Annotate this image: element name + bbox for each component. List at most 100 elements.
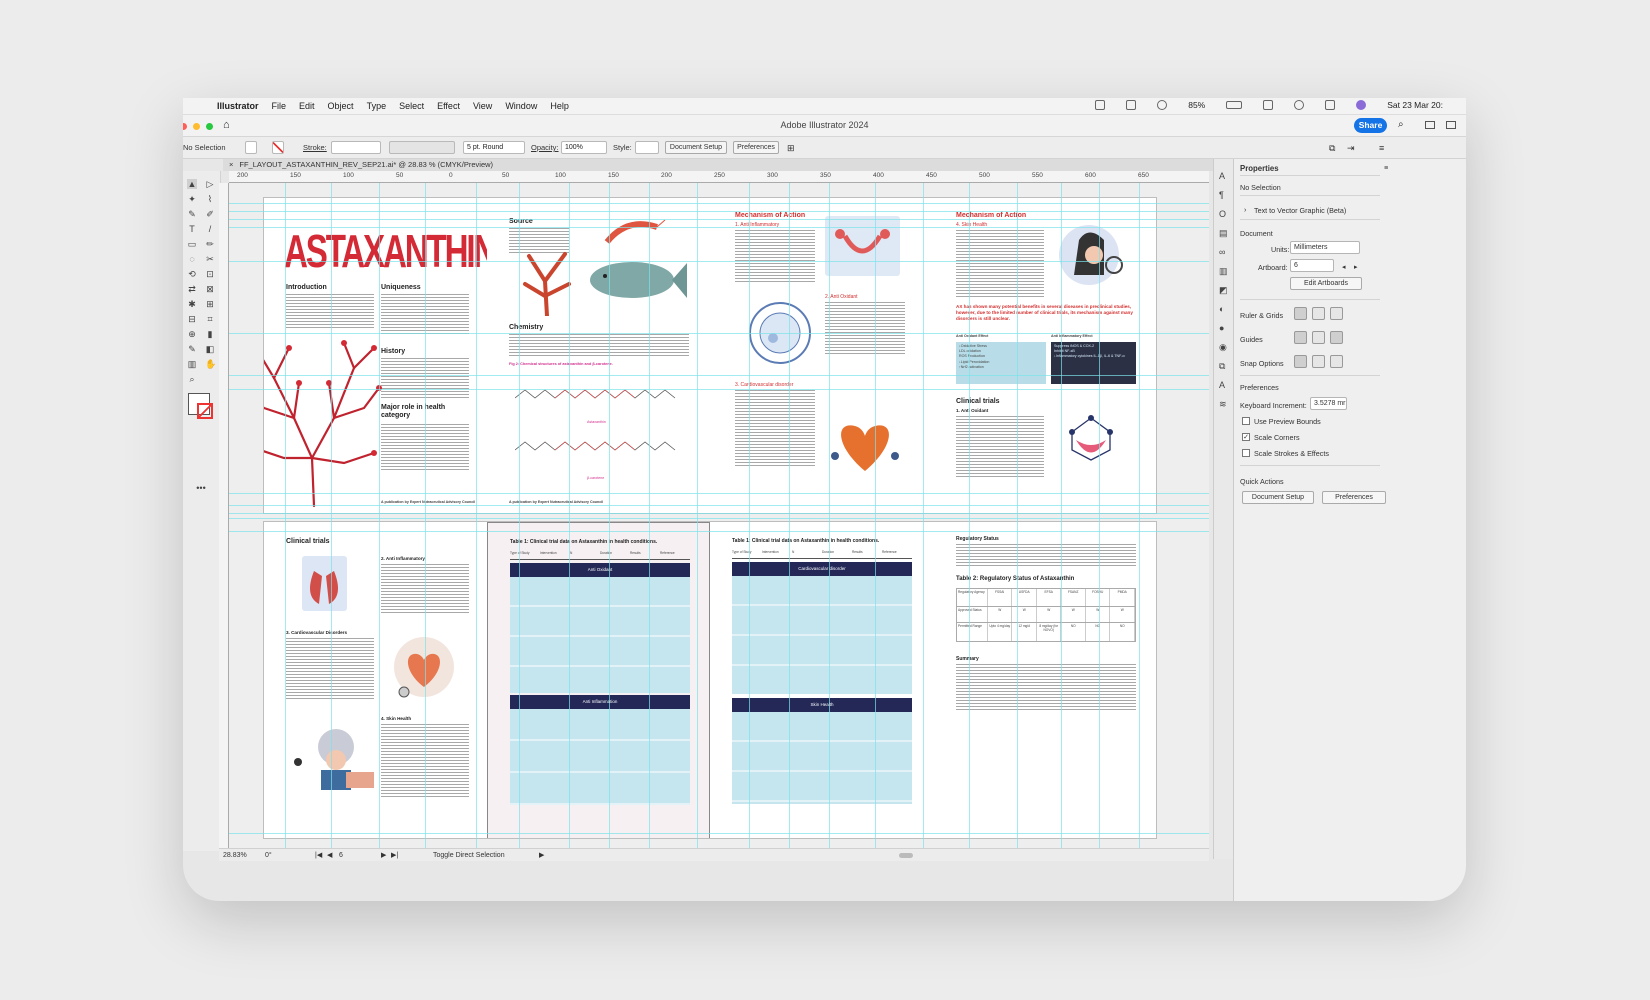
type-tool-icon[interactable]: T — [187, 224, 197, 234]
guide-vertical[interactable] — [1139, 183, 1140, 848]
menu-window[interactable]: Window — [505, 101, 537, 111]
creative-cloud-icon[interactable] — [1095, 100, 1106, 110]
character-panel-icon[interactable]: A — [1219, 171, 1225, 181]
battery-icon[interactable] — [1226, 101, 1243, 109]
symbol-sprayer-tool-icon[interactable]: ✎ — [187, 344, 197, 354]
guide-vertical[interactable] — [697, 183, 698, 848]
menu-file[interactable]: File — [272, 101, 287, 111]
stroke-none-swatch[interactable] — [197, 403, 213, 419]
guide-vertical[interactable] — [425, 183, 426, 848]
guide-horizontal[interactable] — [229, 531, 1209, 532]
paragraph-panel-icon[interactable]: ¶ — [1219, 190, 1224, 200]
selection-tool-icon[interactable]: ▲ — [187, 179, 197, 189]
menu-view[interactable]: View — [473, 101, 492, 111]
width-tool-icon[interactable]: ⇄ — [187, 284, 197, 294]
rulers-toggle[interactable] — [1294, 307, 1307, 320]
smart-guides-toggle[interactable] — [1330, 331, 1343, 344]
horizontal-scrollbar-thumb[interactable] — [899, 853, 913, 858]
snap-point-toggle[interactable] — [1294, 355, 1307, 368]
guide-horizontal[interactable] — [229, 389, 1209, 390]
search-icon[interactable] — [1294, 100, 1305, 110]
guide-horizontal[interactable] — [229, 518, 1209, 519]
chevron-right-icon[interactable]: › — [1244, 205, 1246, 214]
guide-vertical[interactable] — [829, 183, 830, 848]
opacity-field[interactable]: 100% — [561, 141, 607, 154]
screen-mirror-icon[interactable] — [1263, 100, 1274, 110]
artboard-number-field[interactable]: 6 — [339, 849, 343, 862]
guide-vertical[interactable] — [749, 183, 750, 848]
zoom-field[interactable]: 28.83% — [223, 849, 247, 862]
guide-vertical[interactable] — [285, 183, 286, 848]
document-tab[interactable]: × FF_LAYOUT_ASTAXANTHIN_REV_SEP21.ai* @ 2… — [223, 159, 1218, 171]
free-transform-tool-icon[interactable]: ⊠ — [205, 284, 215, 294]
guide-vertical[interactable] — [1017, 183, 1018, 848]
mesh-tool-icon[interactable]: ⊟ — [187, 314, 197, 324]
distribute-icon[interactable]: ⇥ — [1347, 143, 1355, 154]
magic-wand-tool-icon[interactable]: ✦ — [187, 194, 197, 204]
menu-effect[interactable]: Effect — [437, 101, 460, 111]
menu-object[interactable]: Object — [328, 101, 354, 111]
scale-corners-checkbox[interactable]: ✓ — [1242, 433, 1250, 441]
scale-strokes-checkbox[interactable] — [1242, 449, 1250, 457]
variable-width-profile[interactable] — [389, 141, 455, 154]
stroke-weight-field[interactable] — [331, 141, 381, 154]
guide-horizontal[interactable] — [229, 375, 1209, 376]
scale-tool-icon[interactable]: ⊡ — [205, 269, 215, 279]
column-graph-tool-icon[interactable]: ◧ — [205, 344, 215, 354]
lock-guides-toggle[interactable] — [1312, 331, 1325, 344]
guide-horizontal[interactable] — [229, 333, 1209, 334]
horizontal-ruler[interactable]: 200 150 100 50 0 50 100 150 200 250 300 350 400 450 50… — [229, 171, 1209, 183]
artboard-spread-2[interactable]: Clinical trials 2. Anti Inflammatory 3. … — [263, 521, 1157, 839]
guide-vertical[interactable] — [569, 183, 570, 848]
appearance-icon[interactable]: ◐ — [1219, 304, 1224, 314]
menu-type[interactable]: Type — [367, 101, 387, 111]
guide-horizontal[interactable] — [229, 227, 1209, 228]
color-panel-icon[interactable]: ● — [1219, 323, 1224, 333]
guide-vertical[interactable] — [969, 183, 970, 848]
n-app-icon[interactable] — [1126, 100, 1137, 110]
menu-help[interactable]: Help — [550, 101, 569, 111]
canvas[interactable]: ASTAXANTHIN Introduction Uniqueness Hist… — [229, 183, 1209, 848]
hand-tool-icon[interactable]: ✋ — [205, 359, 216, 369]
guide-horizontal[interactable] — [229, 505, 1209, 506]
next-artboard-button[interactable]: ▶ — [381, 849, 386, 862]
panel-toggle-icon[interactable] — [1446, 121, 1456, 129]
rotate-tool-icon[interactable]: ⟲ — [187, 269, 197, 279]
transform-icon[interactable]: ◩ — [1219, 285, 1228, 296]
snap-pixel-toggle[interactable] — [1312, 355, 1325, 368]
guide-horizontal[interactable] — [229, 203, 1209, 204]
guide-horizontal[interactable] — [229, 261, 1209, 262]
status-menu-arrow[interactable]: ▶ — [539, 849, 544, 862]
first-artboard-button[interactable]: |◀ — [315, 849, 322, 862]
perspective-grid-tool-icon[interactable]: ⊞ — [205, 299, 215, 309]
siri-icon[interactable] — [1356, 100, 1367, 110]
control-center-icon[interactable] — [1325, 100, 1336, 110]
pencil-tool-icon[interactable]: ✏ — [205, 239, 215, 249]
last-artboard-button[interactable]: ▶| — [391, 849, 398, 862]
layers-icon[interactable]: ≋ — [1219, 399, 1227, 410]
keyboard-increment-field[interactable]: 3.5278 mr — [1310, 397, 1347, 410]
share-button[interactable]: Share — [1354, 118, 1387, 133]
guide-horizontal[interactable] — [229, 211, 1209, 212]
guide-vertical[interactable] — [519, 183, 520, 848]
curvature-tool-icon[interactable]: ✐ — [205, 209, 215, 219]
menu-select[interactable]: Select — [399, 101, 424, 111]
libraries-icon[interactable]: ▥ — [1219, 266, 1228, 277]
guide-vertical[interactable] — [789, 183, 790, 848]
image-trace-icon[interactable]: ▤ — [1219, 228, 1228, 239]
opentype-panel-icon[interactable]: O — [1219, 209, 1226, 219]
links-icon[interactable]: ∞ — [1219, 247, 1225, 257]
pen-tool-icon[interactable]: ✎ — [187, 209, 197, 219]
prev-artboard-icon[interactable]: ◂ — [1342, 262, 1346, 271]
more-tools-icon[interactable]: ••• — [191, 483, 211, 493]
guide-vertical[interactable] — [379, 183, 380, 848]
graphic-style-select[interactable] — [635, 141, 659, 154]
workspace-switcher-icon[interactable] — [1425, 121, 1435, 129]
eyedropper-tool-icon[interactable]: ⊕ — [187, 329, 197, 339]
brush-definition-select[interactable]: 5 pt. Round — [463, 141, 525, 154]
scissors-tool-icon[interactable]: ✂ — [205, 254, 215, 264]
guide-vertical[interactable] — [331, 183, 332, 848]
guide-vertical[interactable] — [1061, 183, 1062, 848]
vertical-ruler[interactable] — [219, 183, 229, 848]
align-icon[interactable]: ⊞ — [787, 143, 795, 154]
